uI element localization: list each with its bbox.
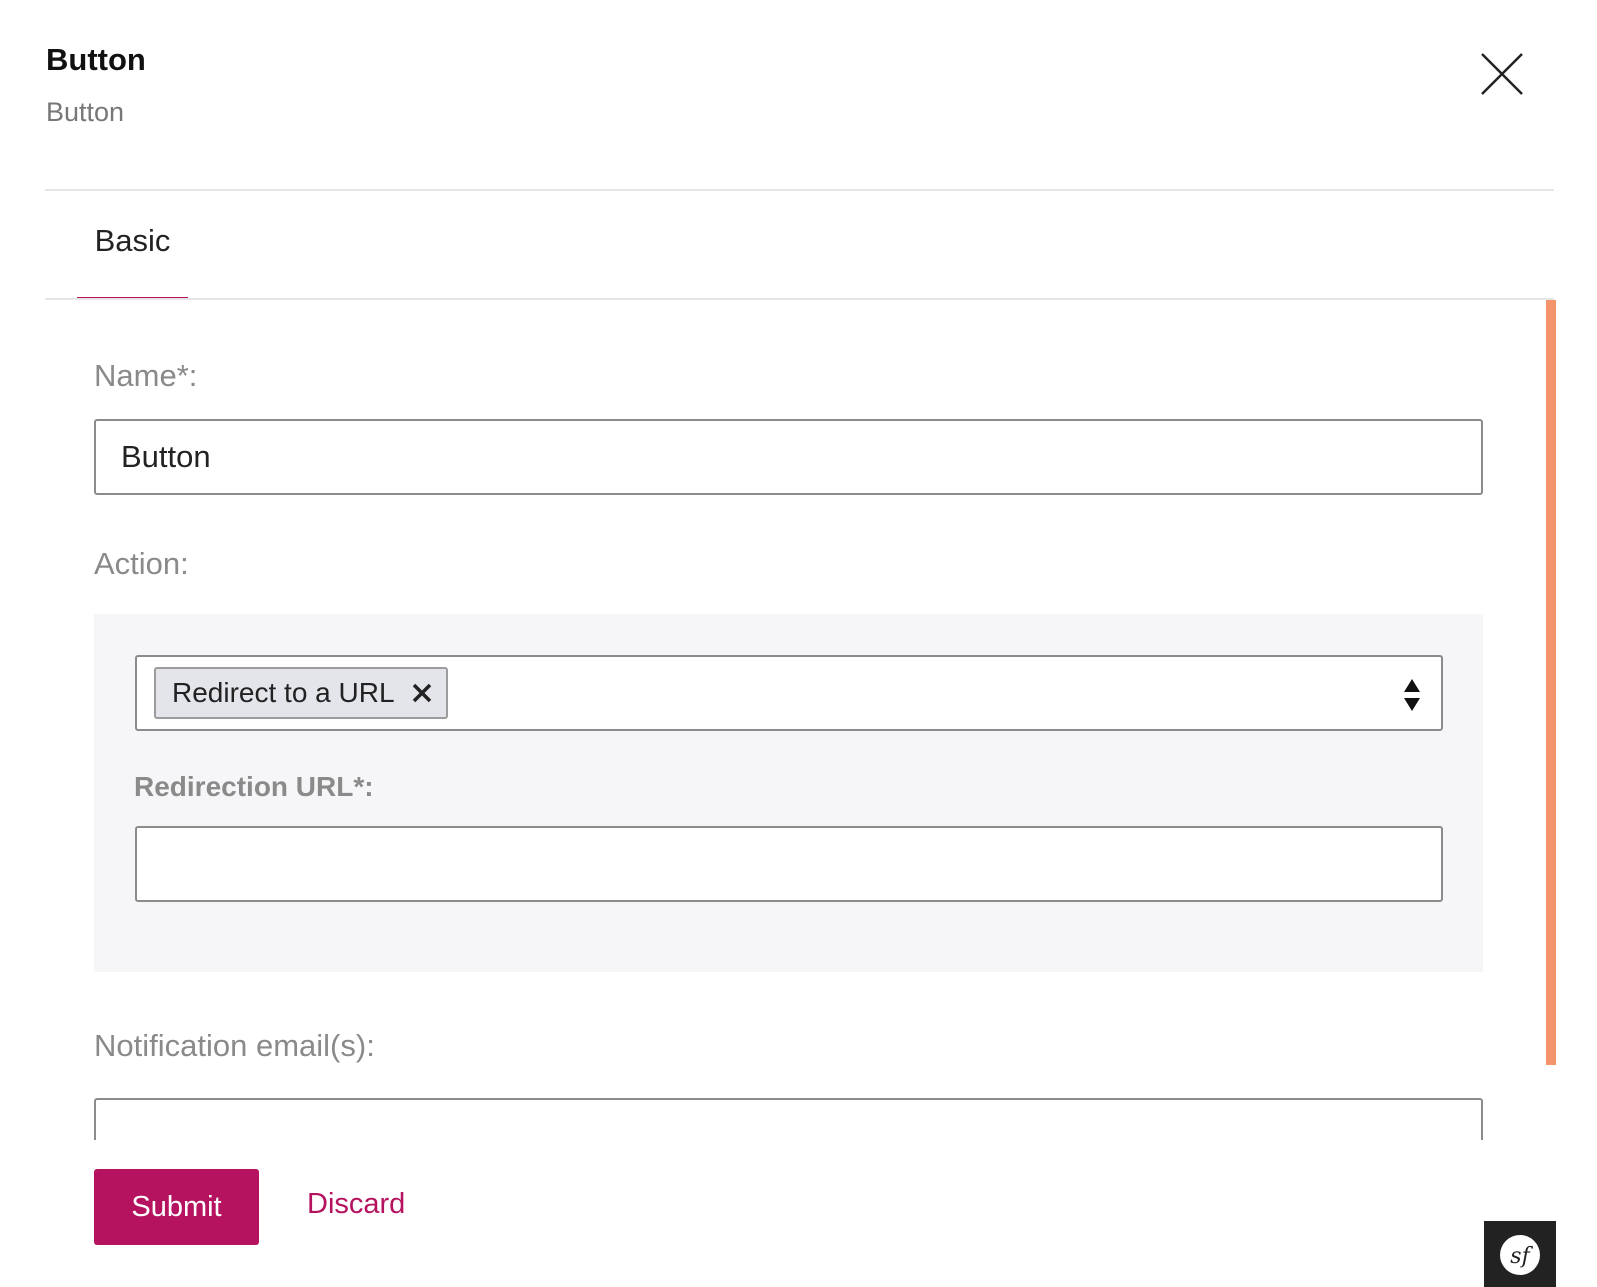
action-label: Action:	[94, 546, 189, 581]
chip-remove-button[interactable]	[410, 681, 434, 705]
dialog-title: Button	[46, 42, 146, 77]
chip-label: Redirect to a URL	[172, 677, 395, 708]
name-label: Name*:	[94, 358, 198, 393]
tabs-divider	[45, 298, 1554, 300]
selected-action-chip: Redirect to a URL	[154, 667, 448, 719]
notification-emails-label: Notification email(s):	[94, 1028, 375, 1063]
action-select[interactable]: Redirect to a URL	[135, 655, 1443, 731]
notification-emails-input[interactable]	[94, 1098, 1483, 1140]
submit-button[interactable]: Submit	[94, 1169, 259, 1245]
notification-emails-clip	[94, 1098, 1483, 1140]
tab-basic[interactable]: Basic	[77, 223, 188, 299]
header-divider	[45, 189, 1554, 191]
close-button[interactable]	[1478, 50, 1526, 98]
modal-dialog: Button Button Basic Name*: Action: Redir…	[0, 0, 1597, 1287]
symfony-toolbar-toggle[interactable]: sf	[1484, 1221, 1556, 1287]
scrollbar-thumb[interactable]	[1546, 300, 1556, 1065]
tab-label: Basic	[94, 223, 171, 258]
symfony-logo-icon: sf	[1500, 1235, 1540, 1275]
close-icon	[1481, 53, 1523, 95]
redirection-url-input[interactable]	[135, 826, 1443, 902]
select-arrows-icon	[1404, 679, 1420, 711]
dialog-subtitle: Button	[46, 97, 125, 127]
redirection-url-label: Redirection URL*:	[134, 771, 374, 802]
name-input[interactable]	[94, 419, 1483, 495]
close-small-icon	[412, 683, 432, 703]
discard-link[interactable]: Discard	[307, 1188, 405, 1221]
